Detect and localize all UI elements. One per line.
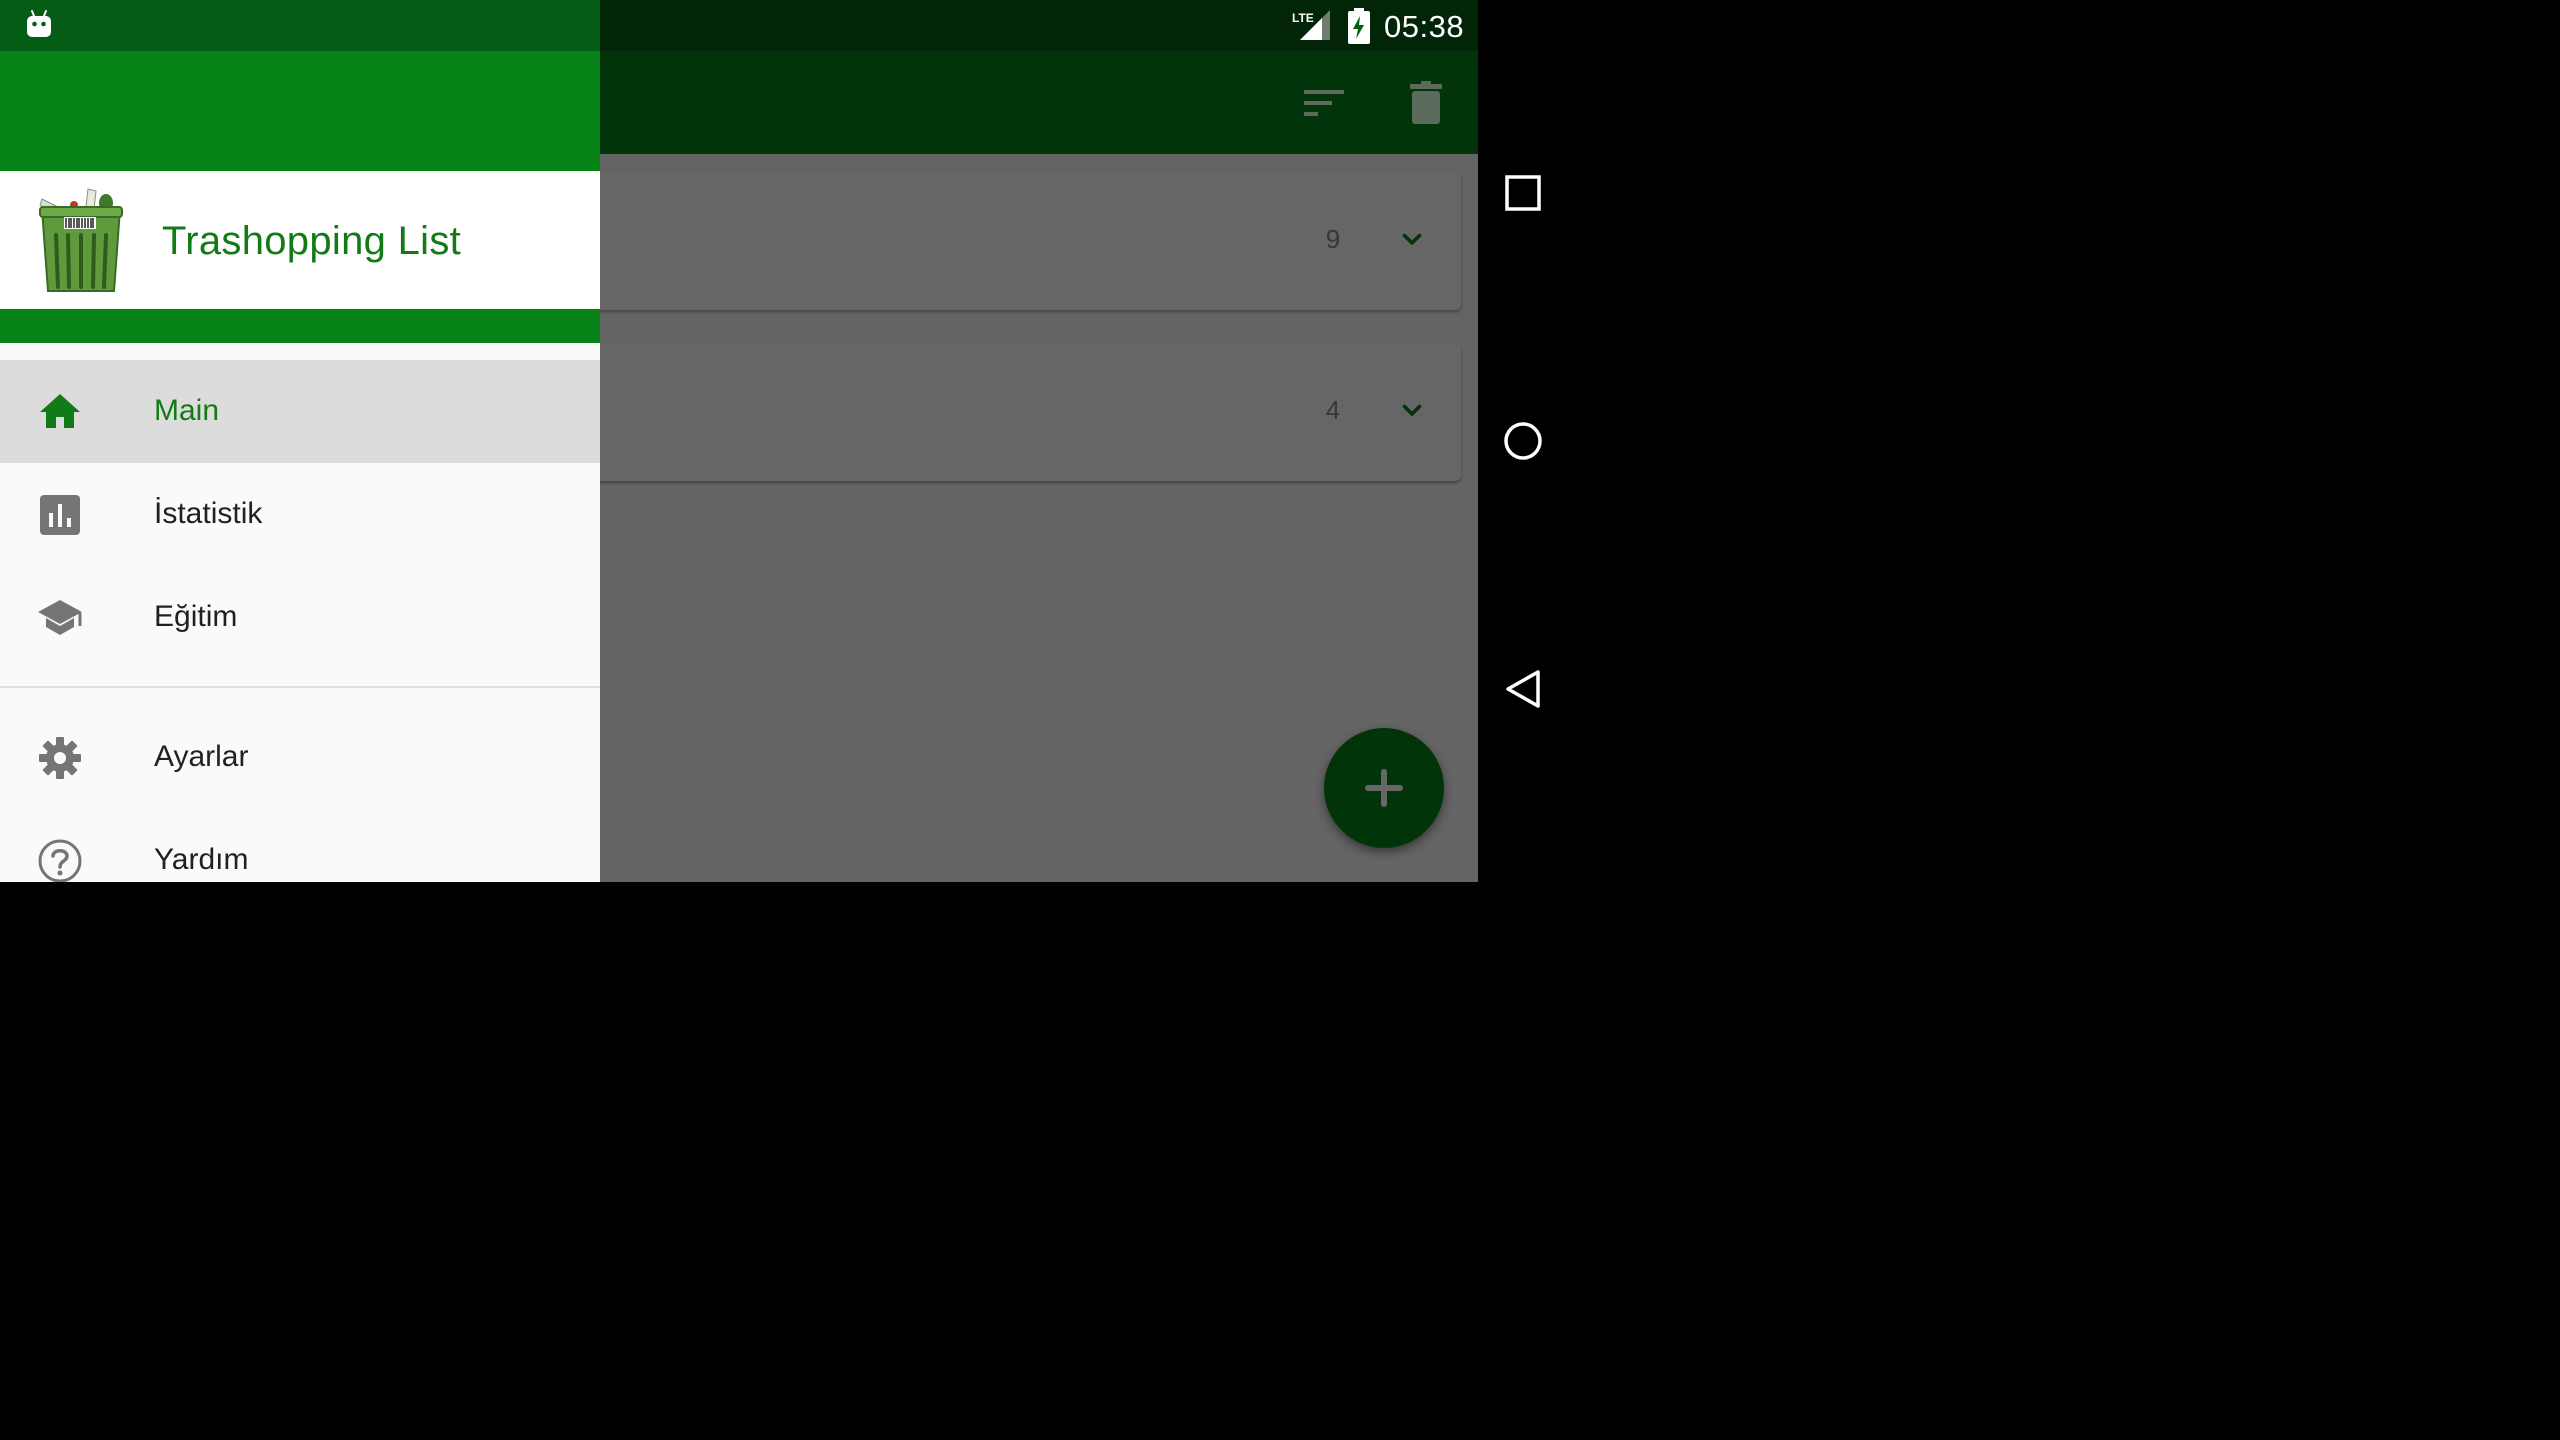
drawer-status-bar	[0, 0, 600, 51]
drawer-item-label: Eğitim	[154, 600, 238, 633]
drawer-item-main[interactable]: Main	[0, 360, 600, 463]
navigation-drawer: Trashopping List Main İstatistik Eğitim	[0, 0, 600, 882]
gear-icon	[39, 737, 81, 779]
drawer-item-yardim[interactable]: Yardım	[0, 809, 600, 882]
network-label: LTE	[1292, 11, 1314, 25]
sort-icon[interactable]	[1300, 80, 1348, 128]
drawer-item-istatistik[interactable]: İstatistik	[0, 463, 600, 566]
help-icon	[38, 839, 82, 882]
drawer-item-label: Yardım	[154, 843, 249, 876]
android-notification-icon	[27, 10, 51, 37]
home-circle-icon[interactable]	[1500, 418, 1546, 464]
recents-icon[interactable]	[1500, 170, 1546, 216]
trash-basket-logo-icon	[39, 188, 123, 292]
delete-icon[interactable]	[1402, 80, 1450, 128]
system-navigation-bar	[1478, 0, 1568, 882]
drawer-divider	[0, 686, 600, 688]
battery-charging-icon	[1348, 8, 1370, 44]
drawer-item-label: Ayarlar	[154, 740, 249, 773]
back-icon[interactable]	[1500, 666, 1546, 712]
school-icon	[38, 600, 82, 635]
signal-icon: LTE	[1292, 10, 1330, 40]
drawer-item-label: Main	[154, 394, 220, 427]
drawer-item-egitim[interactable]: Eğitim	[0, 566, 600, 669]
drawer-item-ayarlar[interactable]: Ayarlar	[0, 706, 600, 809]
home-icon	[40, 394, 80, 428]
app-title: Trashopping List	[162, 219, 462, 263]
bar-chart-icon	[40, 495, 80, 535]
drawer-header-card: Trashopping List	[0, 171, 600, 309]
drawer-item-label: İstatistik	[154, 497, 263, 530]
clock: 05:38	[1384, 9, 1465, 44]
